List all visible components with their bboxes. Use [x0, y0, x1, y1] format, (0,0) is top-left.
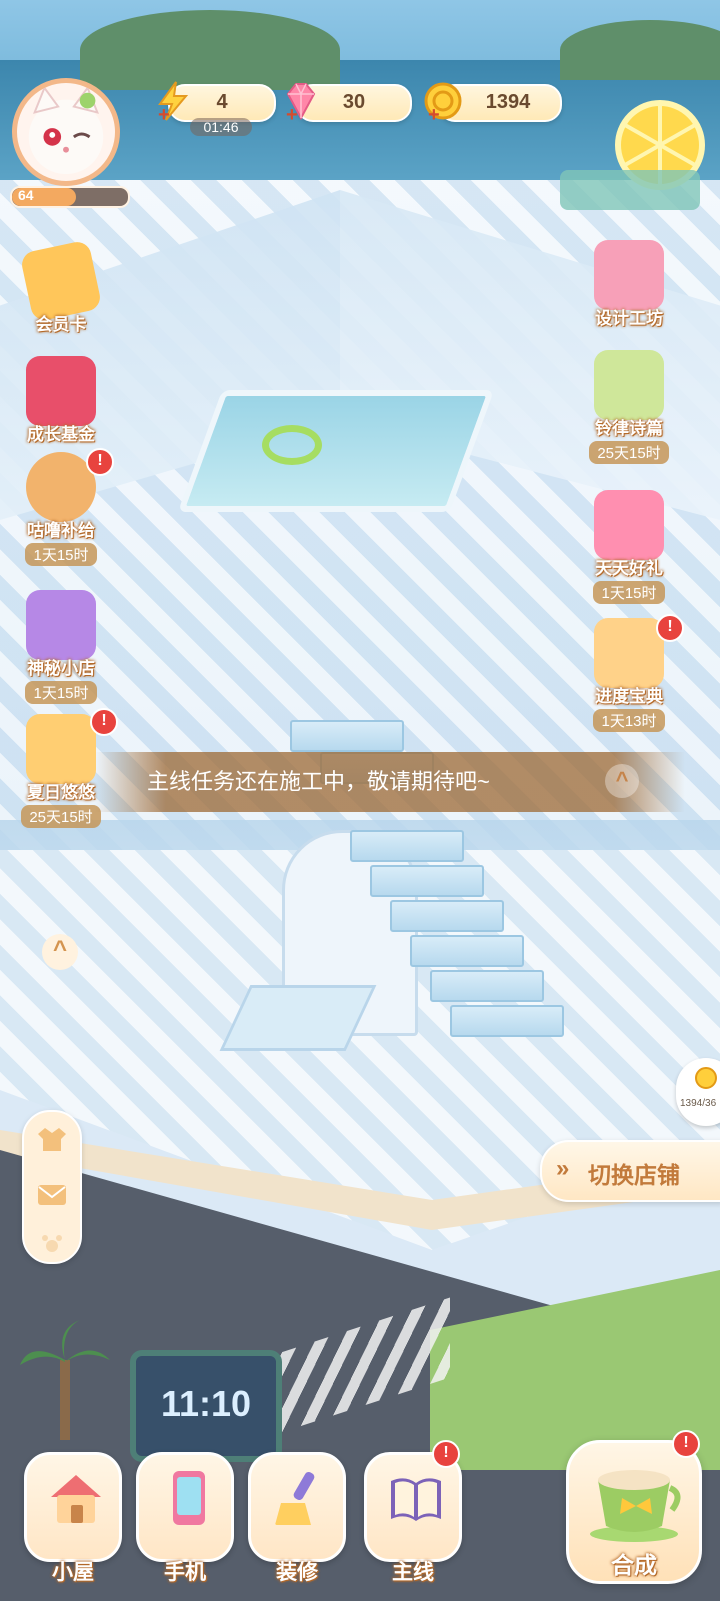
nav-decorate-label: 装修	[276, 1561, 318, 1584]
nav-house-button[interactable]: 小屋	[24, 1452, 122, 1584]
gem-counter[interactable]: + 30	[286, 83, 412, 125]
switch-shop-label: 切换店铺	[588, 1162, 680, 1188]
design-workshop-button[interactable]: 设计工坊	[574, 240, 684, 329]
design-workshop-label: 设计工坊	[595, 309, 663, 328]
add-coin-icon[interactable]: +	[428, 105, 444, 125]
stair-step	[410, 935, 524, 967]
cat-avatar-icon	[28, 85, 104, 175]
daily-gift-label: 天天好礼	[595, 559, 663, 578]
nav-button-frame	[136, 1452, 234, 1562]
stair-step	[350, 830, 464, 862]
member-card-button[interactable]: 会员卡	[6, 239, 116, 335]
notification-badge: !	[90, 708, 118, 736]
chevron-up-icon: ^	[52, 936, 67, 963]
progress-book-button[interactable]: ! 进度宝典 1天13时	[574, 614, 684, 732]
progress-book-icon: !	[594, 614, 684, 688]
summer-cards-icon: !	[26, 708, 118, 784]
quest-book-icon	[391, 1478, 441, 1521]
stair-step	[290, 720, 404, 752]
nav-button-frame	[364, 1452, 462, 1562]
coin-collect-bubble[interactable]: 1394/36	[676, 1058, 720, 1126]
member-card-label: 会员卡	[35, 315, 87, 334]
pencil-ruler-icon	[594, 240, 664, 310]
mystery-shop-button[interactable]: 神秘小店 1天15时	[6, 590, 116, 704]
gem-value: 30	[342, 91, 366, 113]
mountain	[80, 10, 340, 90]
bell-poem-button[interactable]: 铃律诗篇 25天15时	[574, 350, 684, 464]
treasure-chest-icon	[26, 590, 96, 660]
clock-sign-text: 11:10	[160, 1383, 252, 1424]
progress-book-label: 进度宝典	[595, 687, 663, 706]
gift-box-icon	[26, 356, 96, 426]
nav-mainline-label: 主线	[392, 1561, 434, 1584]
nav-mainline-button[interactable]: ! 主线	[364, 1440, 462, 1584]
nav-button-frame	[248, 1452, 346, 1562]
gulu-supply-label: 咕噜补给	[27, 521, 95, 540]
pool[interactable]	[177, 390, 495, 512]
phone-icon	[173, 1471, 205, 1525]
nav-button-frame	[24, 1452, 122, 1562]
growth-fund-label: 成长基金	[27, 425, 95, 444]
growth-fund-button[interactable]: 成长基金	[6, 356, 116, 445]
chevron-up-icon[interactable]: ^	[605, 764, 639, 798]
notification-badge: !	[432, 1440, 460, 1468]
energy-counter[interactable]: + 4	[158, 81, 276, 125]
notification-badge: !	[656, 614, 684, 642]
clock-sign: 11:10	[130, 1350, 282, 1462]
notification-badge: !	[86, 448, 114, 476]
merge-label: 合成	[611, 1552, 657, 1578]
mystery-shop-label: 神秘小店	[27, 659, 95, 678]
stair-step	[430, 970, 544, 1002]
paw-icon	[42, 1235, 62, 1252]
gulu-supply-button[interactable]: ! 咕噜补给 1天15时	[6, 448, 116, 566]
swim-ring	[262, 425, 322, 465]
toast-message: 主线任务还在施工中，敬请期待吧~	[147, 769, 490, 794]
notification-badge: !	[672, 1430, 700, 1458]
house-icon	[51, 1475, 101, 1523]
stair-step	[370, 865, 484, 897]
daily-gift-icon	[594, 490, 664, 560]
stair-step	[390, 900, 504, 932]
teacup-icon	[590, 1470, 681, 1542]
bell-poem-timer: 25天15时	[589, 441, 669, 464]
daily-gift-timer: 1天15时	[593, 581, 665, 604]
cat-supply-icon: !	[26, 448, 114, 522]
summer-lemon-sign	[560, 100, 705, 210]
nav-decorate-button[interactable]: 装修	[248, 1452, 346, 1584]
palm-tree	[20, 1320, 110, 1440]
stair-step	[450, 1005, 564, 1037]
quest-toast: 主线任务还在施工中，敬请期待吧~ ^	[95, 752, 685, 812]
double-arrow-icon: »	[556, 1155, 570, 1182]
nav-phone-label: 手机	[164, 1561, 206, 1584]
summer-event-timer: 25天15时	[21, 805, 101, 828]
energy-timer: 01:46	[190, 118, 252, 136]
bell-poem-label: 铃律诗篇	[595, 419, 663, 438]
coin-icon	[695, 1067, 717, 1089]
summer-event-label: 夏日悠悠	[27, 783, 95, 802]
player-level: 64	[18, 187, 34, 203]
coin-collect-text: 1394/36	[680, 1098, 717, 1109]
brush-icon	[275, 1471, 315, 1525]
coin-value: 1394	[485, 91, 531, 113]
harp-icon	[594, 350, 664, 420]
mystery-shop-timer: 1天15时	[25, 681, 97, 704]
energy-value: 4	[216, 91, 228, 113]
daily-gift-button[interactable]: 天天好礼 1天15时	[574, 490, 684, 604]
gulu-supply-timer: 1天15时	[25, 543, 97, 566]
nav-house-label: 小屋	[52, 1561, 94, 1584]
player-avatar[interactable]	[12, 78, 120, 186]
mail-icon[interactable]	[37, 1182, 67, 1208]
outfit-icon[interactable]	[37, 1126, 67, 1152]
merge-button[interactable]: ! 合成	[566, 1430, 702, 1584]
expand-left-menu-button[interactable]: ^	[42, 934, 78, 970]
coin-counter[interactable]: + 1394	[424, 82, 562, 125]
mountain	[560, 20, 720, 80]
nav-phone-button[interactable]: 手机	[136, 1452, 234, 1584]
quick-menu	[22, 1110, 82, 1264]
progress-book-timer: 1天13时	[593, 709, 665, 732]
level-progress-bar: 64	[10, 186, 130, 208]
switch-shop-button[interactable]: » 切换店铺	[540, 1140, 720, 1202]
